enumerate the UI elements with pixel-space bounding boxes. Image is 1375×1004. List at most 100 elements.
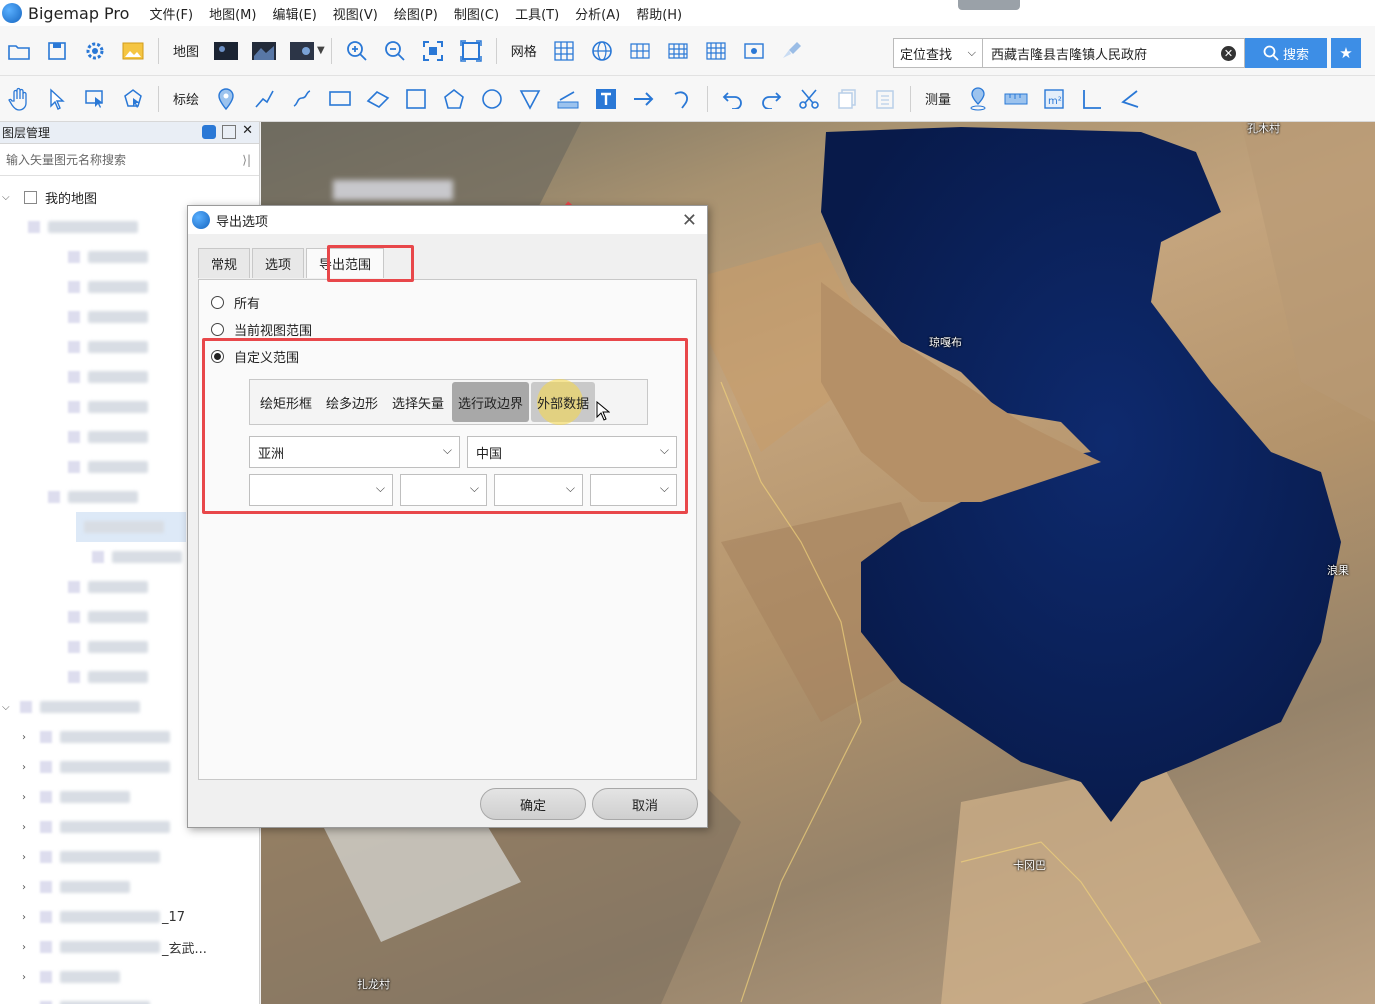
tab-options[interactable]: 选项 (252, 248, 305, 278)
rectangle-icon[interactable] (326, 85, 354, 113)
grid-mgrs-icon[interactable] (664, 37, 692, 65)
layer-checkbox[interactable] (40, 911, 52, 923)
layer-checkbox[interactable] (68, 641, 80, 653)
menu-cartography[interactable]: 制图(C) (454, 4, 499, 23)
layer-checkbox[interactable] (40, 791, 52, 803)
map-layer-3-icon[interactable] (288, 37, 316, 65)
layer-checkbox[interactable] (20, 701, 32, 713)
map-layer-2-icon[interactable] (250, 37, 278, 65)
tree-item-blurred[interactable]: › (20, 962, 259, 992)
layer-checkbox[interactable] (68, 311, 80, 323)
panel-float-icon[interactable] (222, 125, 237, 139)
chevron-down-icon[interactable]: ⌵ (2, 192, 12, 203)
tree-item-blurred[interactable]: › (20, 872, 259, 902)
globe-grid-icon[interactable] (588, 37, 616, 65)
paste-icon[interactable] (871, 85, 899, 113)
save-icon[interactable] (43, 37, 71, 65)
cancel-button[interactable]: 取消 (592, 788, 698, 820)
redo-icon[interactable] (757, 85, 785, 113)
grid-utm-icon[interactable] (626, 37, 654, 65)
measure-area-icon[interactable]: m² (1040, 85, 1068, 113)
select-arrow-icon[interactable] (43, 85, 71, 113)
zoom-in-icon[interactable] (343, 37, 371, 65)
layer-checkbox[interactable] (40, 761, 52, 773)
map-label[interactable]: 地图 (173, 41, 199, 60)
menu-help[interactable]: 帮助(H) (636, 4, 682, 23)
menu-edit[interactable]: 编辑(E) (272, 4, 316, 23)
tree-item-17[interactable]: › _17 (20, 902, 259, 932)
curved-arrow-icon[interactable] (668, 85, 696, 113)
ok-button[interactable]: 确定 (480, 788, 586, 820)
grid-icon[interactable] (550, 37, 578, 65)
chevron-right-icon[interactable]: › (22, 912, 32, 923)
open-folder-icon[interactable] (5, 37, 33, 65)
panel-close-icon[interactable]: ✕ (242, 124, 253, 139)
chevron-right-icon[interactable]: › (22, 942, 32, 953)
placemark-icon[interactable] (212, 85, 240, 113)
menu-view[interactable]: 视图(V) (333, 4, 378, 23)
grid-label[interactable]: 网格 (511, 41, 537, 60)
pan-hand-icon[interactable] (5, 85, 33, 113)
layer-checkbox[interactable] (68, 401, 80, 413)
layer-checkbox[interactable] (68, 251, 80, 263)
panel-search-icon[interactable] (202, 125, 217, 139)
polygon-select-icon[interactable] (119, 85, 147, 113)
box-select-icon[interactable] (81, 85, 109, 113)
rotated-rectangle-icon[interactable] (364, 85, 392, 113)
square-icon[interactable] (402, 85, 430, 113)
chevron-right-icon[interactable]: › (22, 972, 32, 983)
circle-icon[interactable] (478, 85, 506, 113)
location-search-input[interactable]: 西藏吉隆县吉隆镇人民政府 ✕ (983, 38, 1245, 68)
mark-label[interactable]: 标绘 (173, 89, 199, 108)
location-type-select[interactable]: 定位查找 ⌵ (893, 38, 983, 68)
tree-item-blurred[interactable]: › (20, 992, 259, 1004)
measure-distance-icon[interactable] (1002, 85, 1030, 113)
measure-height-icon[interactable] (1078, 85, 1106, 113)
layer-checkbox[interactable] (24, 190, 37, 204)
chevron-right-icon[interactable]: › (22, 852, 32, 863)
radio-button[interactable] (211, 296, 224, 309)
layer-checkbox[interactable] (92, 551, 104, 563)
radio-button[interactable] (211, 323, 224, 336)
search-button[interactable]: 搜索 (1245, 38, 1327, 68)
grid-sheet-icon[interactable] (702, 37, 730, 65)
measure-angle-icon[interactable] (1116, 85, 1144, 113)
layer-search-input[interactable]: 输入矢量图元名称搜索 ⟩| (0, 144, 259, 176)
copy-icon[interactable] (833, 85, 861, 113)
layer-checkbox[interactable] (68, 341, 80, 353)
menu-draw[interactable]: 绘图(P) (394, 4, 438, 23)
chevron-right-icon[interactable]: › (22, 822, 32, 833)
menu-tools[interactable]: 工具(T) (515, 4, 559, 23)
zoom-extent-icon[interactable] (419, 37, 447, 65)
measure-label[interactable]: 测量 (925, 89, 951, 108)
clear-input-icon[interactable]: ✕ (1221, 46, 1236, 61)
polygon-icon[interactable] (440, 85, 468, 113)
tab-general[interactable]: 常规 (198, 248, 251, 278)
arrow-icon[interactable] (630, 85, 658, 113)
layer-checkbox[interactable] (68, 461, 80, 473)
tree-item-selected[interactable] (76, 512, 186, 542)
freehand-line-icon[interactable] (288, 85, 316, 113)
menu-analysis[interactable]: 分析(A) (575, 4, 620, 23)
chevron-right-icon[interactable]: › (22, 732, 32, 743)
layer-checkbox[interactable] (40, 941, 52, 953)
map-layer-1-icon[interactable] (212, 37, 240, 65)
settings-gear-icon[interactable] (81, 37, 109, 65)
dialog-close-icon[interactable]: ✕ (682, 210, 697, 231)
layer-checkbox[interactable] (68, 431, 80, 443)
polyline-icon[interactable] (250, 85, 278, 113)
tree-item-xuanwu[interactable]: › _玄武... (20, 932, 259, 962)
menu-map[interactable]: 地图(M) (209, 4, 256, 23)
zoom-out-icon[interactable] (381, 37, 409, 65)
radio-all[interactable]: 所有 (211, 293, 260, 312)
layer-checkbox[interactable] (68, 371, 80, 383)
favorite-star-icon[interactable]: ★ (1331, 38, 1361, 68)
image-icon[interactable] (119, 37, 147, 65)
fullscreen-icon[interactable] (457, 37, 485, 65)
window-handle[interactable] (958, 0, 1020, 10)
text-icon[interactable] (592, 85, 620, 113)
tree-item-blurred[interactable]: › (20, 842, 259, 872)
chevron-down-icon[interactable]: ⌵ (2, 702, 12, 713)
layer-checkbox[interactable] (68, 611, 80, 623)
collapse-panel-icon[interactable]: ⟩| (242, 153, 251, 167)
